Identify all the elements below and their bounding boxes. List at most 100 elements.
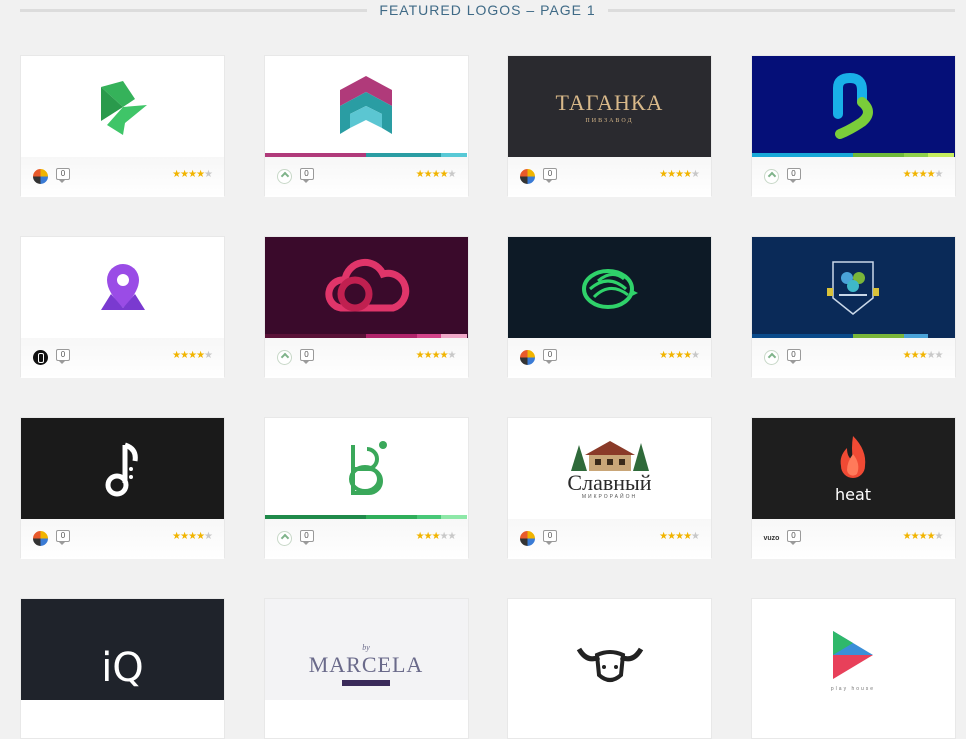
rating-star-icon: ★ bbox=[431, 531, 441, 542]
comment-count-icon[interactable]: 0 bbox=[299, 349, 314, 364]
rating-star-icon: ★ bbox=[910, 531, 920, 542]
logo-card[interactable]: by MARCELA bbox=[263, 598, 469, 739]
designer-avatar[interactable]: vuzo bbox=[764, 535, 784, 550]
rating-star-icon: ★ bbox=[667, 531, 676, 542]
logo-wordmark: MARCELA bbox=[308, 652, 424, 677]
logo-card[interactable]: 0 ★★★★★ bbox=[20, 417, 225, 559]
logo-card[interactable]: 0 ★★★★★ bbox=[263, 417, 469, 559]
play-house-logo[interactable]: play house bbox=[751, 599, 955, 700]
comment-count-icon[interactable]: 0 bbox=[543, 168, 557, 183]
comment-count-icon[interactable]: 0 bbox=[543, 349, 557, 364]
star-rating: ★★★★★ bbox=[903, 169, 944, 180]
logo-card[interactable] bbox=[507, 598, 712, 739]
green-arrow-logo[interactable] bbox=[21, 56, 224, 157]
logo-card[interactable]: iQ bbox=[20, 598, 225, 739]
hedgehog-logo[interactable] bbox=[508, 237, 711, 338]
designer-avatar[interactable] bbox=[763, 169, 779, 184]
rating-star-icon: ★ bbox=[447, 169, 457, 180]
comment-count-icon[interactable]: 0 bbox=[56, 168, 70, 183]
logo-card[interactable]: 0 ★★★★★ bbox=[750, 55, 956, 197]
logo-card[interactable]: 0 ★★★★★ bbox=[750, 236, 956, 378]
rating-star-icon: ★ bbox=[204, 169, 213, 180]
slavny-logo[interactable]: Славный МИКРОРАЙОН bbox=[508, 418, 711, 519]
rating-star-icon: ★ bbox=[196, 531, 205, 542]
comment-count-icon[interactable]: 0 bbox=[786, 168, 801, 183]
comment-count-icon[interactable]: 0 bbox=[786, 349, 801, 364]
taganka-logo[interactable]: ТАГАНКА ПИВЗАВОД bbox=[508, 56, 711, 157]
comment-count-icon[interactable]: 0 bbox=[299, 168, 314, 183]
designer-avatar[interactable] bbox=[520, 169, 535, 184]
rating-star-icon: ★ bbox=[918, 169, 928, 180]
comment-count-icon[interactable]: 0 bbox=[56, 530, 70, 545]
logo-card[interactable]: 0 ★★★★★ bbox=[20, 236, 225, 378]
clover-badge-logo[interactable] bbox=[751, 237, 955, 338]
card-meta: 0 ★★★★★ bbox=[21, 338, 224, 378]
rating-star-icon: ★ bbox=[180, 350, 189, 361]
star-rating: ★★★★★ bbox=[172, 531, 213, 542]
rating-star-icon: ★ bbox=[926, 350, 936, 361]
rating-star-icon: ★ bbox=[934, 350, 944, 361]
comment-count-icon[interactable]: 0 bbox=[299, 530, 314, 545]
rating-star-icon: ★ bbox=[447, 350, 457, 361]
logo-card[interactable]: play house bbox=[750, 598, 956, 739]
rating-star-icon: ★ bbox=[415, 531, 425, 542]
designer-avatar[interactable] bbox=[276, 169, 292, 184]
star-rating: ★★★★★ bbox=[415, 531, 457, 542]
rating-star-icon: ★ bbox=[431, 350, 441, 361]
rating-star-icon: ★ bbox=[204, 531, 213, 542]
logo-card[interactable]: 0 ★★★★★ bbox=[20, 55, 225, 197]
designer-avatar[interactable] bbox=[33, 169, 48, 184]
letter-b-logo[interactable] bbox=[264, 418, 468, 519]
logo-card[interactable]: 0 ★★★★★ bbox=[263, 236, 469, 378]
rating-star-icon: ★ bbox=[675, 350, 684, 361]
designer-avatar[interactable] bbox=[520, 531, 535, 546]
heat-logo[interactable]: heat bbox=[751, 418, 955, 519]
comment-count-icon[interactable]: 0 bbox=[56, 349, 70, 364]
designer-avatar[interactable] bbox=[520, 350, 535, 365]
page-header: FEATURED LOGOS – PAGE 1 bbox=[20, 0, 956, 20]
rating-star-icon: ★ bbox=[196, 169, 205, 180]
rating-star-icon: ★ bbox=[918, 350, 928, 361]
rating-star-icon: ★ bbox=[439, 531, 449, 542]
designer-avatar[interactable] bbox=[763, 350, 779, 365]
rating-star-icon: ★ bbox=[934, 531, 944, 542]
rating-star-icon: ★ bbox=[691, 350, 700, 361]
comment-count-icon[interactable]: 0 bbox=[786, 530, 801, 545]
marcela-logo[interactable]: by MARCELA bbox=[264, 599, 468, 700]
header-divider-right bbox=[607, 8, 956, 12]
logo-card[interactable]: 0 ★★★★★ bbox=[263, 55, 469, 197]
designer-avatar[interactable] bbox=[276, 350, 292, 365]
logo-wordmark: play house bbox=[830, 686, 876, 692]
logo-card[interactable]: heat vuzo 0 ★★★★★ bbox=[750, 417, 956, 559]
card-meta: 0 ★★★★★ bbox=[508, 519, 711, 559]
logo-card[interactable]: Славный МИКРОРАЙОН 0 ★★★★★ bbox=[507, 417, 712, 559]
buffalo-logo[interactable] bbox=[508, 599, 711, 700]
pink-cloud-logo[interactable] bbox=[264, 237, 468, 338]
location-pin-logo[interactable] bbox=[21, 237, 224, 338]
rating-star-icon: ★ bbox=[659, 169, 668, 180]
designer-avatar[interactable] bbox=[276, 531, 292, 546]
rating-star-icon: ★ bbox=[447, 531, 457, 542]
comment-count-icon[interactable]: 0 bbox=[543, 530, 557, 545]
rating-star-icon: ★ bbox=[691, 531, 700, 542]
chevron-shield-logo[interactable] bbox=[264, 56, 468, 157]
rating-star-icon: ★ bbox=[180, 169, 189, 180]
music-note-logo[interactable] bbox=[21, 418, 224, 519]
logo-card[interactable]: ТАГАНКА ПИВЗАВОД 0 ★★★★★ bbox=[507, 55, 712, 197]
card-meta: 0 ★★★★★ bbox=[751, 338, 955, 378]
designer-avatar[interactable] bbox=[33, 350, 48, 365]
rating-star-icon: ★ bbox=[910, 350, 920, 361]
star-rating: ★★★★★ bbox=[172, 350, 213, 361]
blue-snake-logo[interactable] bbox=[751, 56, 955, 157]
card-meta: 0 ★★★★★ bbox=[264, 519, 468, 559]
rating-star-icon: ★ bbox=[188, 169, 197, 180]
card-meta: 0 ★★★★★ bbox=[751, 157, 955, 197]
rating-star-icon: ★ bbox=[172, 350, 181, 361]
star-rating: ★★★★★ bbox=[659, 350, 700, 361]
iq-logo[interactable]: iQ bbox=[21, 599, 224, 700]
logo-subtitle: ПИВЗАВОД bbox=[585, 117, 634, 124]
rating-star-icon: ★ bbox=[415, 350, 425, 361]
logo-card[interactable]: 0 ★★★★★ bbox=[507, 236, 712, 378]
designer-avatar[interactable] bbox=[33, 531, 48, 546]
card-meta: vuzo 0 ★★★★★ bbox=[751, 519, 955, 559]
